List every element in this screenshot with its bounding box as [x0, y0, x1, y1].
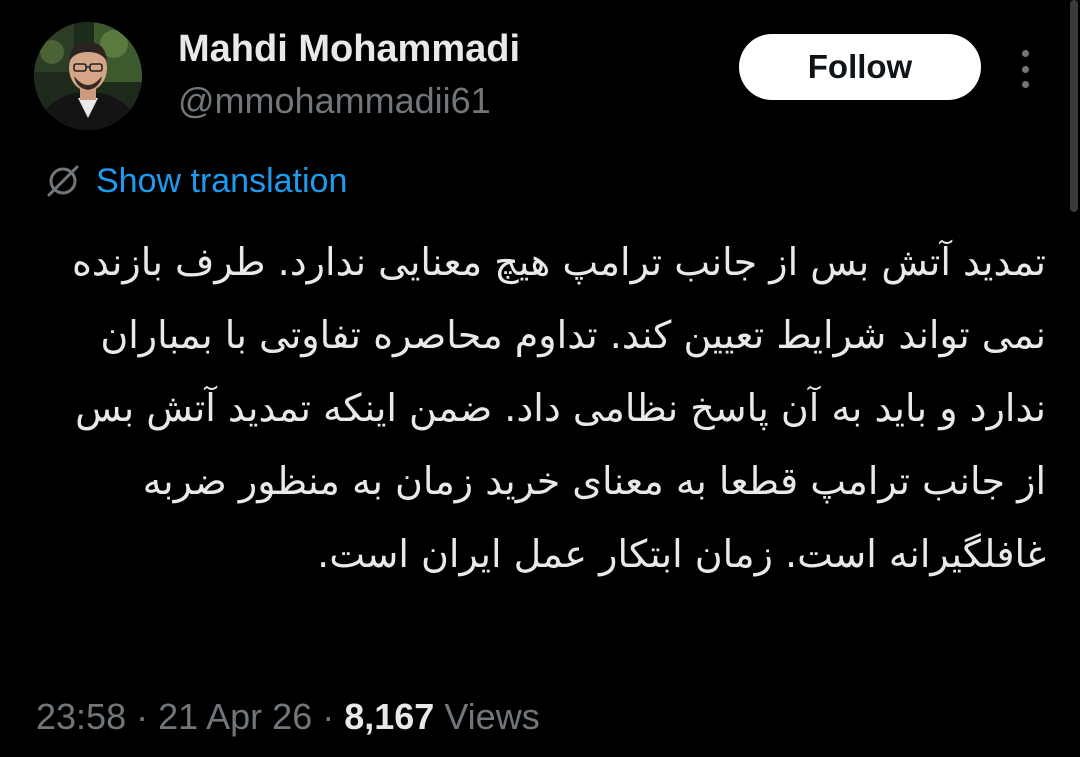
tweet-time[interactable]: 23:58 [36, 696, 126, 738]
show-translation-link[interactable]: Show translation [44, 160, 347, 202]
user-handle[interactable]: @mmohammadii61 [178, 80, 491, 122]
meta-separator: · [136, 696, 149, 737]
avatar-photo [34, 22, 142, 130]
tweet-meta: 23:58 · 21 Apr 26 · 8,167 Views [36, 694, 540, 740]
tweet-date[interactable]: 21 Apr 26 [158, 696, 312, 738]
globe-slash-icon [47, 165, 79, 197]
more-dot [1021, 65, 1029, 73]
avatar[interactable] [34, 22, 142, 130]
tweet-text: تمدید آتش بس از جانب ترامپ هیچ معنایی ند… [71, 240, 1046, 576]
more-dot [1021, 81, 1029, 88]
scrollbar[interactable] [1070, 0, 1078, 212]
views-count: 8,167 [344, 696, 435, 737]
meta-separator: · [322, 696, 335, 737]
more-options-icon[interactable] [1010, 44, 1040, 94]
follow-button[interactable]: Follow [739, 34, 981, 100]
more-dot [1021, 50, 1029, 57]
views-label: Views [444, 696, 540, 737]
tweet-header: Mahdi Mohammadi @mmohammadii61 Follow [34, 22, 1044, 134]
show-translation-label: Show translation [96, 161, 348, 200]
user-display-name[interactable]: Mahdi Mohammadi [178, 28, 520, 71]
